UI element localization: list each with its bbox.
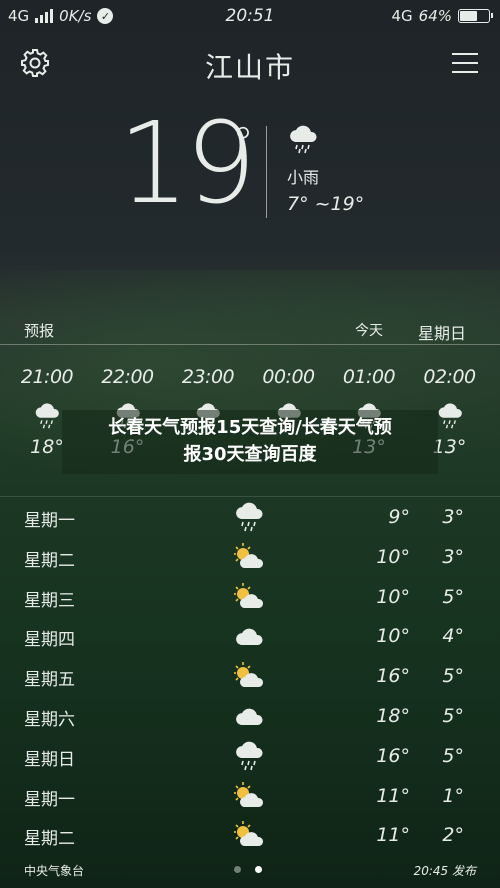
menu-icon[interactable] (452, 53, 478, 73)
daily-row[interactable]: 星期四 10° 4° (0, 617, 500, 657)
weekday-label: 星期日 (418, 324, 467, 343)
day-high: 11° (376, 784, 410, 807)
divider (266, 126, 267, 218)
day-high: 9° (388, 506, 410, 528)
page-indicator[interactable] (234, 866, 262, 873)
rain-cloud-icon (32, 402, 62, 430)
day-name: 星期二 (24, 550, 75, 571)
cloud-icon (232, 700, 266, 732)
partly-cloudy-icon (232, 660, 266, 692)
day-name: 星期四 (24, 630, 75, 651)
divider (0, 496, 500, 497)
daily-row[interactable]: 星期三 10° 5° (0, 578, 500, 618)
rain-cloud-icon (232, 740, 266, 772)
page-dot[interactable] (234, 866, 241, 873)
footer: 中央气象台 20:45 发布 (0, 856, 500, 888)
daily-row[interactable]: 星期六 18° 5° (0, 697, 500, 737)
day-name: 星期三 (24, 590, 75, 611)
day-low: 5° (442, 665, 464, 688)
hour-time: 22:00 (101, 366, 154, 388)
day-name: 星期一 (24, 511, 75, 531)
day-high: 10° (376, 585, 410, 608)
network-type-right: 4G (391, 7, 413, 25)
daily-row[interactable]: 星期二 10° 3° (0, 538, 500, 578)
city-name[interactable]: 江山市 (0, 46, 500, 86)
partly-cloudy-icon (232, 581, 266, 613)
partly-cloudy-icon (232, 541, 266, 573)
cloud-icon (232, 620, 266, 652)
today-label: 今天 (355, 323, 383, 339)
day-low: 2° (442, 824, 464, 847)
day-low: 5° (442, 744, 464, 767)
forecast-header: 预报 今天 星期日 (0, 320, 500, 346)
battery-percent: 64% (418, 7, 452, 25)
day-low: 3° (442, 506, 464, 528)
data-source: 中央气象台 (24, 864, 85, 878)
day-name: 星期一 (24, 789, 75, 810)
overlay-line-2: 报30天查询百度 (183, 444, 317, 465)
day-high: 16° (376, 665, 410, 688)
hour-time: 00:00 (262, 366, 315, 388)
rain-cloud-icon (232, 501, 266, 533)
day-low: 5° (442, 704, 464, 727)
daily-row[interactable]: 星期一 11° 1° (0, 777, 500, 817)
overlay-line-1: 长春天气预报15天查询/长春天气预 (108, 417, 392, 438)
hour-time: 02:00 (423, 366, 476, 388)
daily-row[interactable]: 星期二 11° 2° (0, 816, 500, 856)
partly-cloudy-icon (232, 819, 266, 851)
day-low: 1° (442, 784, 464, 807)
hour-time: 01:00 (342, 366, 396, 388)
title-overlay: 长春天气预报15天查询/长春天气预 报30天查询百度 (62, 410, 438, 474)
day-high: 16° (376, 744, 410, 767)
day-name: 星期日 (24, 749, 75, 770)
daily-row[interactable]: 星期日 16° 5° (0, 737, 500, 777)
day-name: 星期六 (24, 709, 75, 730)
page-dot-active[interactable] (255, 866, 262, 873)
day-low: 5° (442, 585, 464, 608)
day-low: 3° (442, 545, 464, 568)
rain-cloud-icon (290, 125, 317, 154)
daily-row[interactable]: 星期一 9° 3° (0, 498, 500, 538)
day-high: 11° (376, 824, 410, 847)
day-name: 星期五 (24, 670, 75, 691)
top-bar: 江山市 (0, 40, 500, 90)
publish-time: 20:45 发布 (413, 864, 476, 878)
day-name: 星期二 (24, 829, 75, 850)
weather-description: 小雨 (287, 168, 320, 187)
day-low: 4° (442, 625, 464, 648)
battery-icon (458, 9, 493, 23)
daily-row[interactable]: 星期五 16° 5° (0, 657, 500, 697)
battery-fill (460, 11, 478, 21)
status-bar: 4G 0K/s ✓ 20:51 4G 64% (0, 0, 500, 32)
rain-cloud-icon (435, 402, 465, 430)
day-high: 18° (376, 704, 410, 727)
day-high: 10° (376, 625, 410, 648)
day-high: 10° (376, 545, 410, 568)
hour-time: 23:00 (181, 366, 235, 388)
hour-time: 21:00 (20, 366, 74, 388)
degree-symbol: ° (232, 118, 254, 169)
forecast-label: 预报 (24, 322, 55, 340)
daily-forecast[interactable]: 星期一 9° 3° 星期二 10° 3° 星期三 10° 5° 星期四 10° 4° 星期五 16° 5° 星… (0, 498, 500, 856)
temperature-range: 7° ~19° (287, 193, 365, 215)
divider (0, 344, 500, 345)
partly-cloudy-icon (232, 780, 266, 812)
